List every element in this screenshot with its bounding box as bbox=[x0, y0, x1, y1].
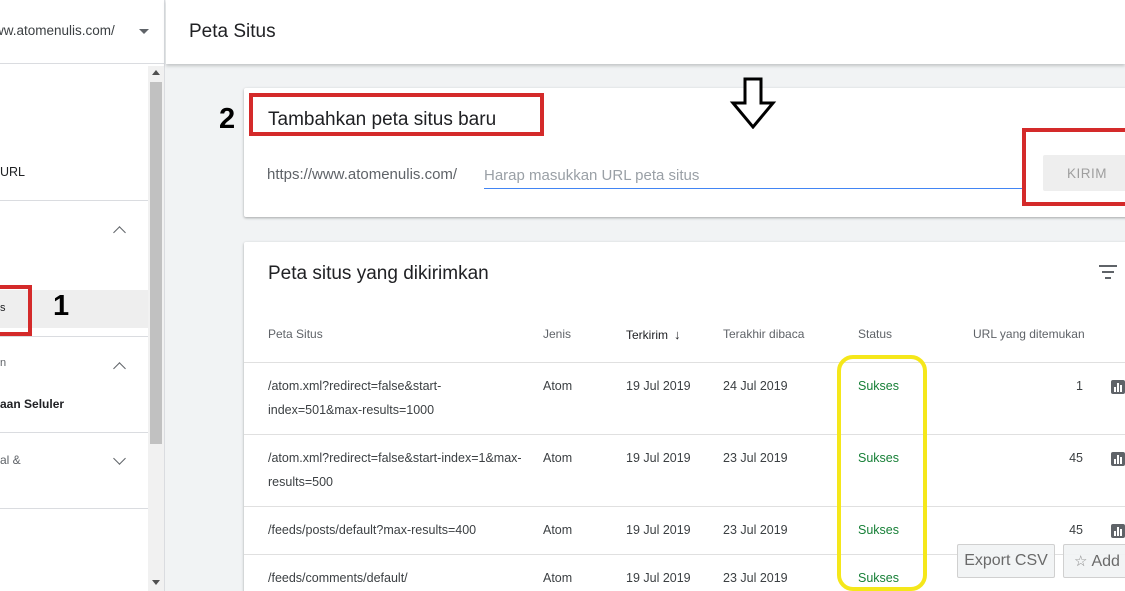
urls-found-count: 45 bbox=[1069, 523, 1083, 537]
app-window: ww.atomenulis.com/ URL s n aan Seluler a… bbox=[0, 0, 1125, 591]
star-icon: ☆ bbox=[1074, 552, 1088, 570]
column-header-urls-found[interactable]: URL yang ditemukan bbox=[973, 327, 1085, 341]
bar-chart-icon[interactable] bbox=[1111, 452, 1125, 466]
bar-chart-icon[interactable] bbox=[1111, 380, 1125, 394]
top-bar: Peta Situs bbox=[166, 0, 1125, 64]
urls-found-count: 1 bbox=[1076, 379, 1083, 393]
add-button-label: Add bbox=[1091, 552, 1120, 570]
property-url: ww.atomenulis.com/ bbox=[0, 23, 115, 38]
table-row[interactable]: /atom.xml?redirect=false&start-index=501… bbox=[244, 362, 1125, 434]
sitemap-type: Atom bbox=[543, 571, 573, 585]
bar-chart-icon[interactable] bbox=[1111, 524, 1125, 538]
sidebar-item-url[interactable]: URL bbox=[0, 165, 25, 179]
sitemap-type: Atom bbox=[543, 379, 573, 393]
property-selector[interactable]: ww.atomenulis.com/ bbox=[0, 0, 164, 64]
submitted-sitemaps-card: Peta situs yang dikirimkan Peta Situs Je… bbox=[244, 242, 1125, 591]
annotation-box-sidebar bbox=[0, 285, 32, 336]
column-header-last-read[interactable]: Terakhir dibaca bbox=[723, 327, 804, 341]
sitemap-path: /feeds/posts/default?max-results=400 bbox=[268, 523, 477, 537]
submitted-date: 19 Jul 2019 bbox=[626, 571, 691, 585]
annotation-box-status bbox=[837, 355, 927, 591]
urls-found-count: 45 bbox=[1069, 451, 1083, 465]
page-title: Peta Situs bbox=[189, 21, 276, 42]
last-read-date: 23 Jul 2019 bbox=[723, 451, 788, 465]
arrow-down-icon bbox=[729, 77, 777, 129]
sidebar-item-mobile[interactable]: aan Seluler bbox=[0, 397, 64, 411]
scroll-down-icon[interactable] bbox=[152, 580, 160, 585]
column-header-label: Terkirim bbox=[626, 328, 668, 342]
column-header-sitemap[interactable]: Peta Situs bbox=[268, 327, 323, 341]
annotation-box-submit bbox=[1022, 128, 1125, 206]
add-button[interactable]: ☆ Add bbox=[1063, 544, 1125, 578]
table-row[interactable]: /atom.xml?redirect=false&start-index=1&m… bbox=[244, 434, 1125, 506]
column-header-status[interactable]: Status bbox=[858, 327, 892, 341]
sitemap-path: /feeds/comments/default/ bbox=[268, 571, 408, 585]
caret-down-icon[interactable] bbox=[139, 29, 149, 34]
sidebar-divider bbox=[0, 432, 148, 433]
arrow-down-icon[interactable]: ↓ bbox=[674, 327, 681, 342]
submitted-date: 19 Jul 2019 bbox=[626, 451, 691, 465]
sidebar-section-label: n bbox=[0, 357, 7, 369]
submitted-date: 19 Jul 2019 bbox=[626, 523, 691, 537]
last-read-date: 23 Jul 2019 bbox=[723, 571, 788, 585]
last-read-date: 24 Jul 2019 bbox=[723, 379, 788, 393]
chevron-down-icon[interactable] bbox=[113, 452, 126, 465]
annotation-box-title bbox=[249, 93, 544, 136]
sidebar-divider bbox=[0, 200, 148, 201]
submitted-date: 19 Jul 2019 bbox=[626, 379, 691, 393]
sitemap-type: Atom bbox=[543, 523, 573, 537]
sidebar-divider bbox=[0, 336, 148, 337]
annotation-number-2: 2 bbox=[219, 103, 236, 135]
export-csv-button[interactable]: Export CSV bbox=[957, 544, 1055, 578]
sitemap-url-input[interactable] bbox=[484, 162, 1024, 189]
chevron-up-icon[interactable] bbox=[113, 226, 126, 239]
url-prefix: https://www.atomenulis.com/ bbox=[267, 166, 458, 183]
sitemap-path: /atom.xml?redirect=false&start-index=1&m… bbox=[268, 451, 522, 489]
scrollbar-thumb[interactable] bbox=[150, 82, 162, 444]
sitemap-type: Atom bbox=[543, 451, 573, 465]
sidebar-divider bbox=[0, 508, 148, 509]
column-header-submitted[interactable]: Terkirim ↓ bbox=[626, 327, 681, 342]
annotation-number-1: 1 bbox=[53, 290, 70, 322]
sidebar-section-label: al & bbox=[0, 453, 21, 467]
scroll-up-icon[interactable] bbox=[152, 70, 160, 75]
chevron-up-icon[interactable] bbox=[113, 362, 126, 375]
column-header-type[interactable]: Jenis bbox=[543, 327, 571, 341]
last-read-date: 23 Jul 2019 bbox=[723, 523, 788, 537]
sitemap-path: /atom.xml?redirect=false&start-index=501… bbox=[268, 379, 442, 417]
filter-icon[interactable] bbox=[1099, 265, 1117, 279]
submitted-sitemaps-title: Peta situs yang dikirimkan bbox=[268, 263, 489, 284]
